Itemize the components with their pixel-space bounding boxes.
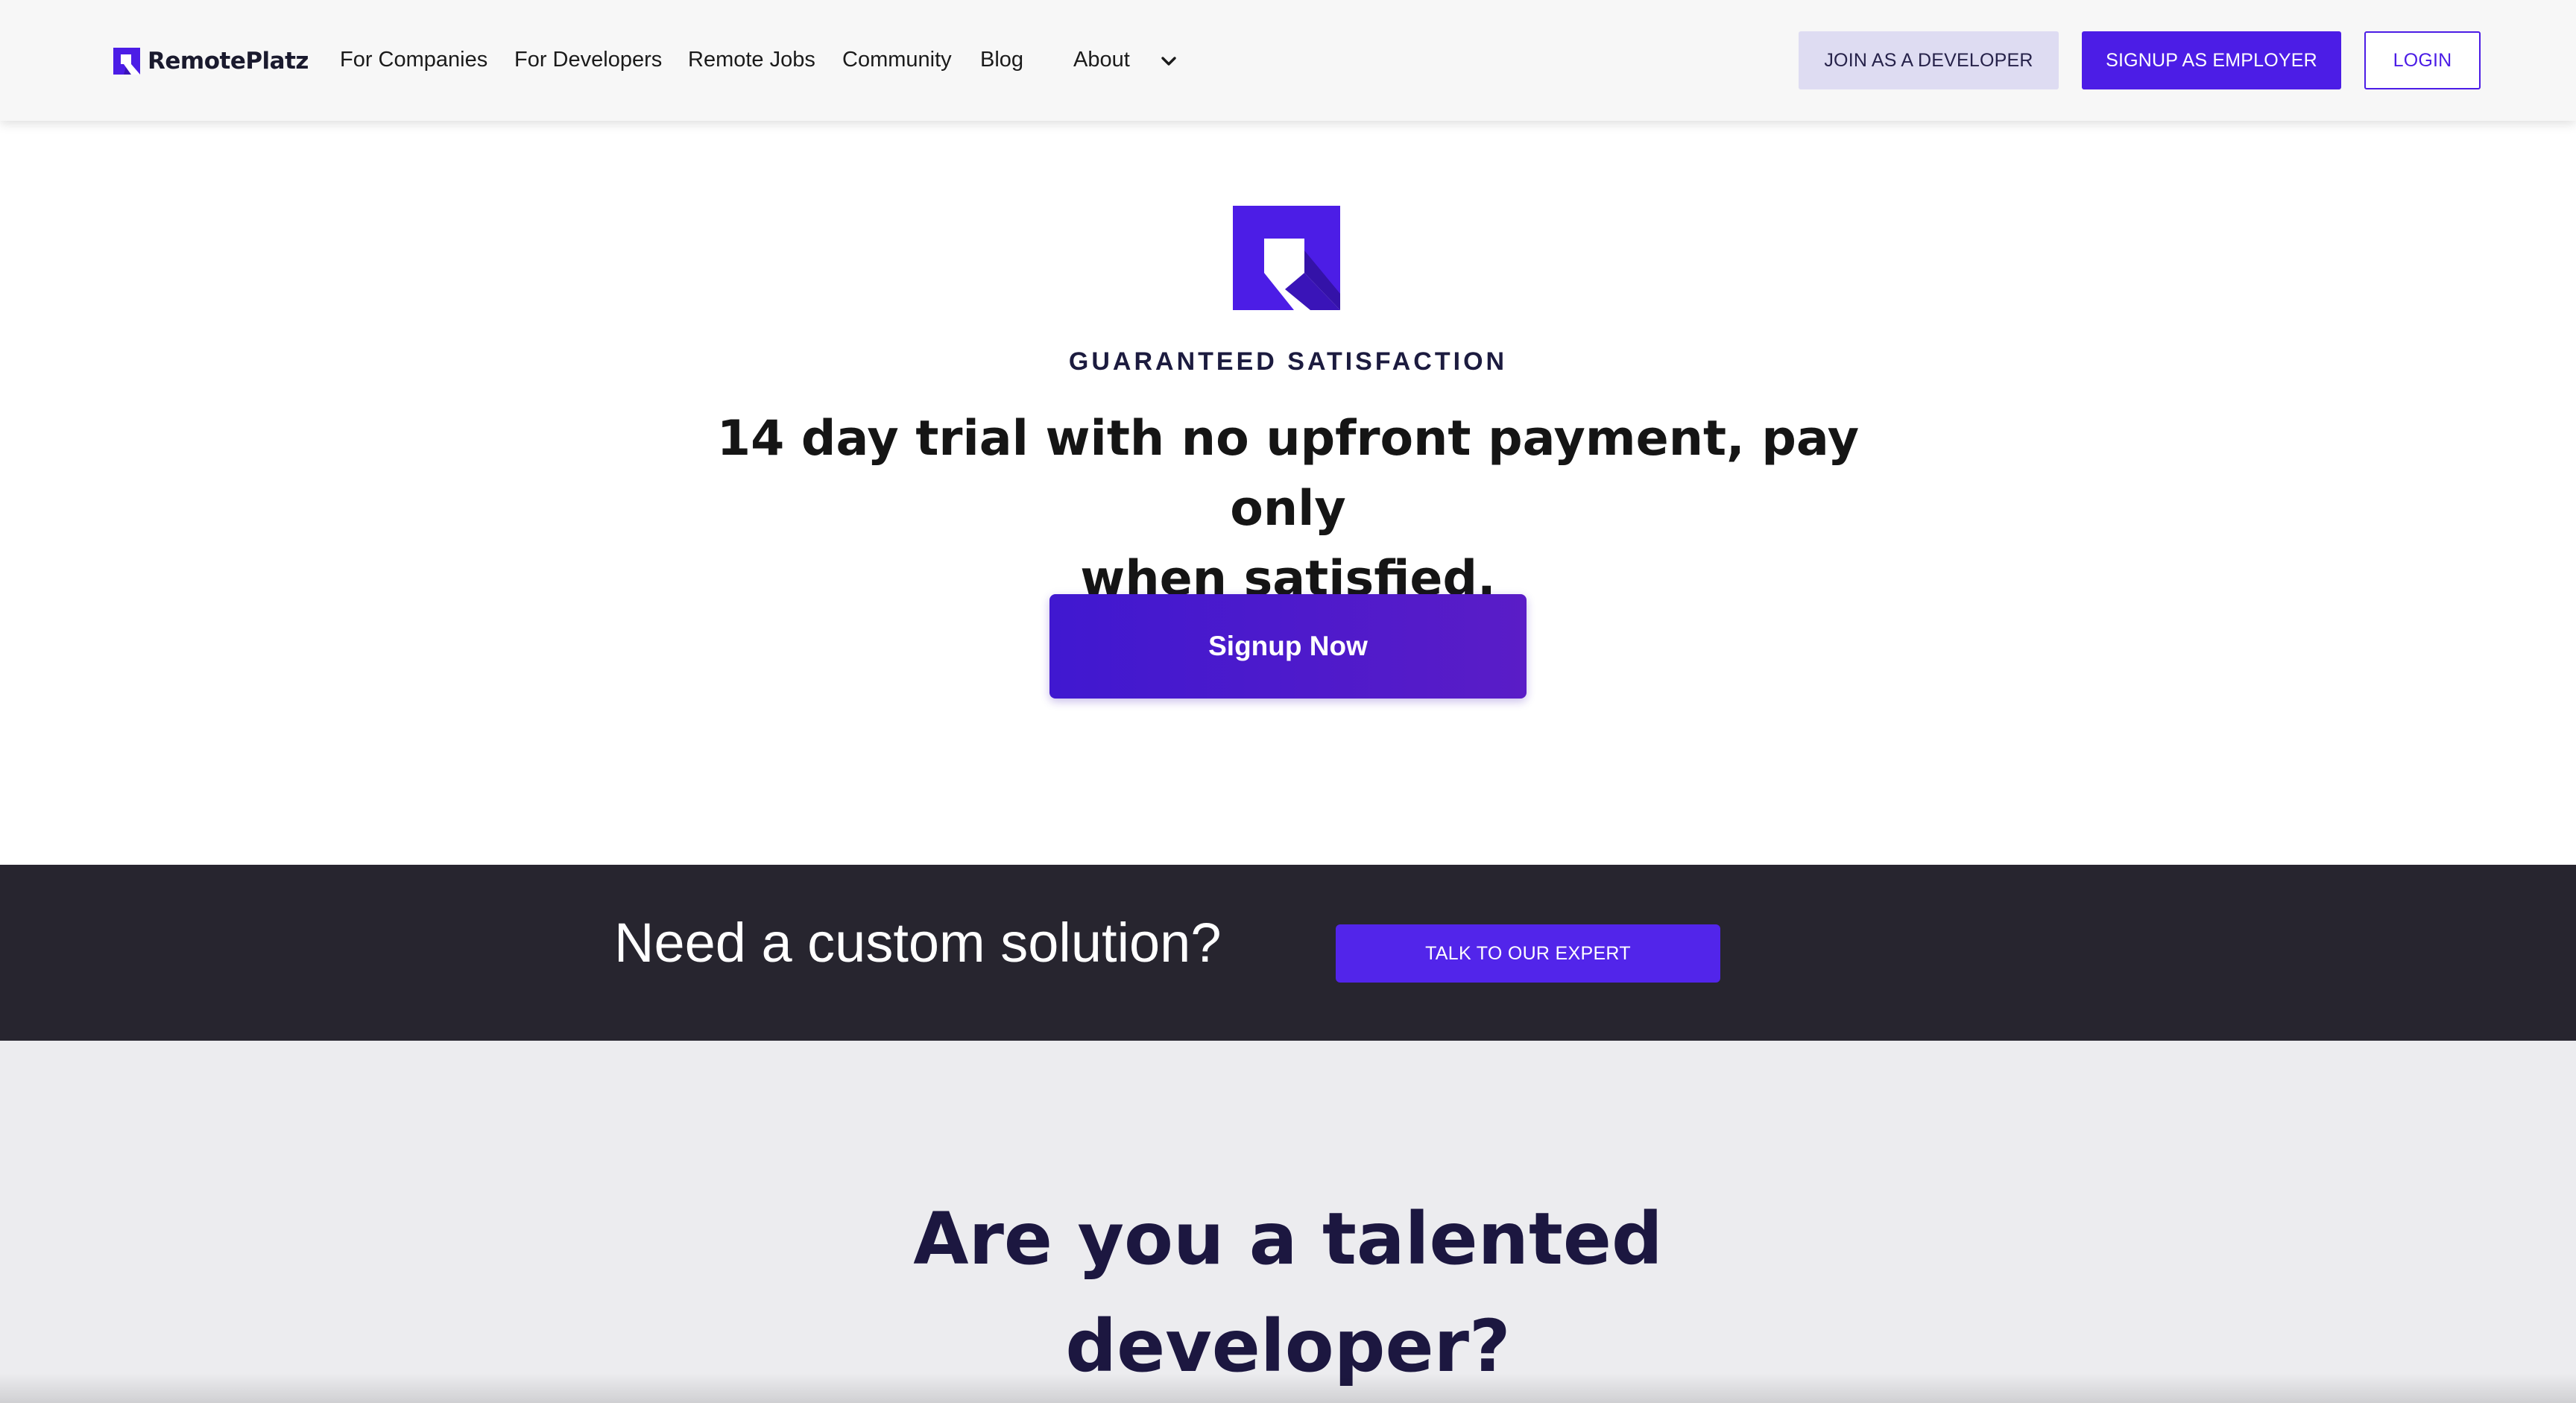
site-header: RemotePlatz For Companies For Developers… (0, 0, 2576, 121)
nav-about[interactable]: About (1073, 43, 1130, 76)
remoteplatz-emblem-icon (1233, 206, 1340, 310)
nav-community[interactable]: Community (842, 43, 952, 76)
guarantee-kicker: GUARANTEED SATISFACTION (1068, 347, 1508, 376)
talk-to-expert-button[interactable]: TALK TO OUR EXPERT (1336, 924, 1720, 983)
bottom-edge-shadow (0, 1373, 2576, 1403)
nav-for-developers[interactable]: For Developers (514, 43, 662, 76)
remoteplatz-logo-icon (113, 48, 140, 75)
hero-headline-line-1: 14 day trial with no upfront payment, pa… (716, 411, 1860, 537)
developer-section-title: Are you a talented developer? (804, 1185, 1772, 1400)
custom-solution-band (0, 865, 2576, 1041)
hero-headline: 14 day trial with no upfront payment, pa… (654, 404, 1922, 614)
join-as-developer-button[interactable]: JOIN AS A DEVELOPER (1799, 31, 2059, 89)
login-button[interactable]: LOGIN (2364, 31, 2481, 89)
developer-title-line-1: Are you a talented (913, 1197, 1663, 1281)
nav-for-companies[interactable]: For Companies (340, 43, 487, 76)
brand-logo-link[interactable]: RemotePlatz (113, 45, 309, 78)
signup-now-button[interactable]: Signup Now (1049, 594, 1527, 699)
nav-remote-jobs[interactable]: Remote Jobs (688, 43, 815, 76)
brand-name: RemotePlatz (148, 48, 309, 75)
chevron-down-icon[interactable] (1158, 51, 1179, 72)
nav-blog[interactable]: Blog (980, 43, 1023, 76)
signup-as-employer-button[interactable]: SIGNUP AS EMPLOYER (2082, 31, 2341, 89)
custom-solution-text: Need a custom solution? (614, 912, 1222, 974)
